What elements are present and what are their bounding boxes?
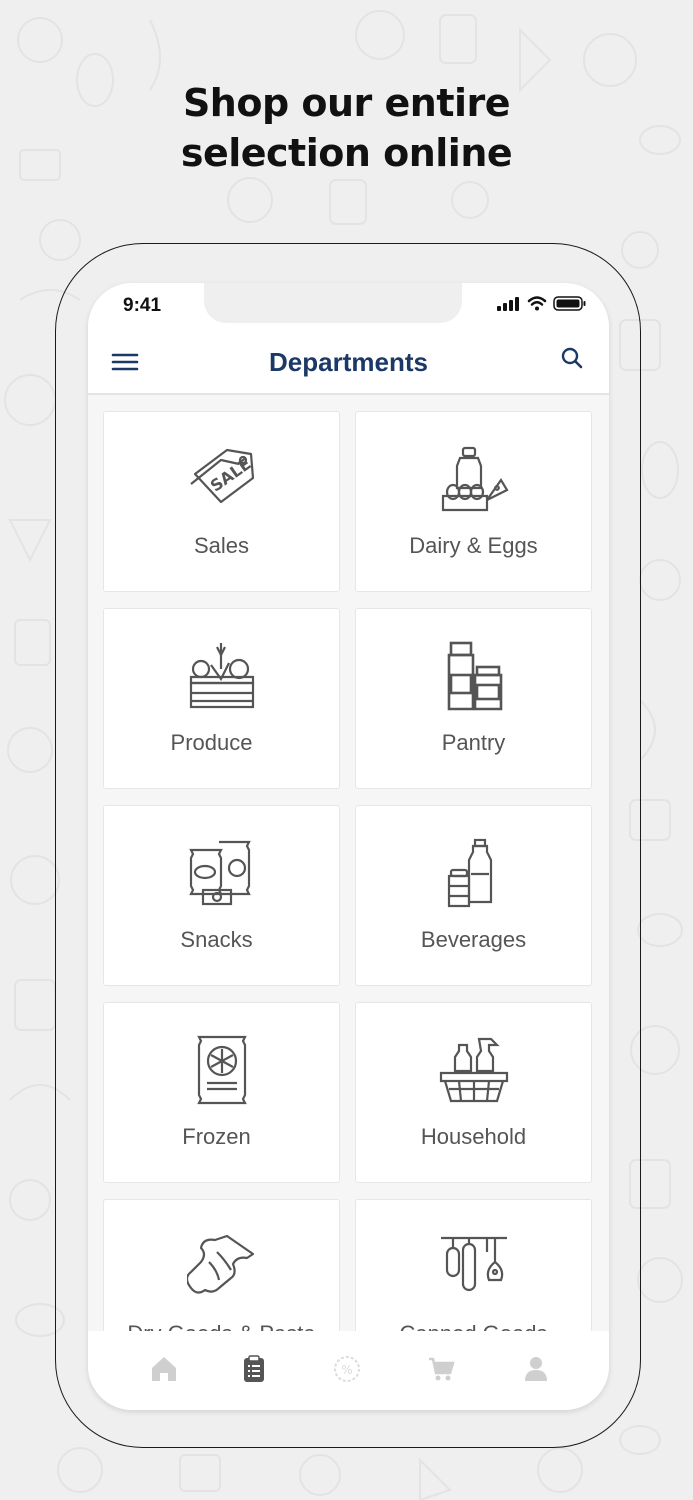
department-card-frozen[interactable]: Frozen xyxy=(103,1002,340,1183)
department-card-beverages[interactable]: Beverages xyxy=(355,805,592,986)
snack-bags-icon xyxy=(188,840,251,906)
tab-home[interactable] xyxy=(148,1353,180,1385)
wifi-icon xyxy=(527,296,547,311)
list-icon xyxy=(244,1355,264,1382)
department-label: Snacks xyxy=(180,927,253,952)
tab-profile[interactable] xyxy=(520,1353,552,1385)
promo-headline: Shop our entire selection online xyxy=(0,78,693,178)
search-icon xyxy=(561,347,583,369)
svg-text:%: % xyxy=(341,1363,352,1377)
frozen-bag-icon xyxy=(196,1035,247,1105)
battery-icon xyxy=(553,296,586,311)
department-card-household[interactable]: Household xyxy=(355,1002,592,1183)
sale-tags-icon: SALE xyxy=(189,448,254,504)
cart-icon xyxy=(429,1357,455,1381)
department-label: Frozen xyxy=(182,1124,251,1149)
status-icons xyxy=(497,296,587,311)
pantry-jars-icon xyxy=(447,641,502,711)
discount-icon: % xyxy=(334,1356,360,1382)
tab-list[interactable] xyxy=(238,1353,270,1385)
department-card-sales[interactable]: SALE Sales xyxy=(103,411,340,592)
department-card-dairy-eggs[interactable]: Dairy & Eggs xyxy=(355,411,592,592)
department-card-snacks[interactable]: Snacks xyxy=(103,805,340,986)
signal-icon xyxy=(497,296,519,311)
department-card-pantry[interactable]: Pantry xyxy=(355,608,592,789)
pasta-icon xyxy=(186,1234,254,1294)
department-label: Beverages xyxy=(420,927,527,952)
status-time: 9:41 xyxy=(123,295,162,316)
app-header: Departments xyxy=(88,331,609,395)
department-label: Dairy & Eggs xyxy=(409,533,538,558)
produce-crate-icon xyxy=(189,643,254,709)
department-label: Pantry xyxy=(441,730,506,755)
phone-screen: 9:41 Departments SALE Sales Dairy & Eggs xyxy=(88,283,609,1410)
home-icon xyxy=(152,1357,176,1381)
department-label: Sales xyxy=(193,533,250,558)
household-basket-icon xyxy=(439,1037,508,1103)
department-card-produce[interactable]: Produce xyxy=(103,608,340,789)
page-title: Departments xyxy=(269,347,428,377)
bottom-tab-bar: % xyxy=(88,1331,609,1410)
search-button[interactable] xyxy=(559,345,585,371)
department-label: Household xyxy=(420,1124,527,1149)
beverage-bottles-icon xyxy=(447,838,492,908)
dairy-eggs-icon xyxy=(441,446,509,512)
tab-discounts[interactable]: % xyxy=(331,1353,363,1385)
profile-icon xyxy=(525,1357,547,1381)
tab-cart[interactable] xyxy=(426,1353,458,1385)
headline-line-1: Shop our entire xyxy=(182,81,511,125)
hanging-meats-icon xyxy=(440,1236,507,1292)
headline-line-2: selection online xyxy=(180,131,513,175)
device-notch xyxy=(204,283,462,323)
department-label: Produce xyxy=(170,730,253,755)
